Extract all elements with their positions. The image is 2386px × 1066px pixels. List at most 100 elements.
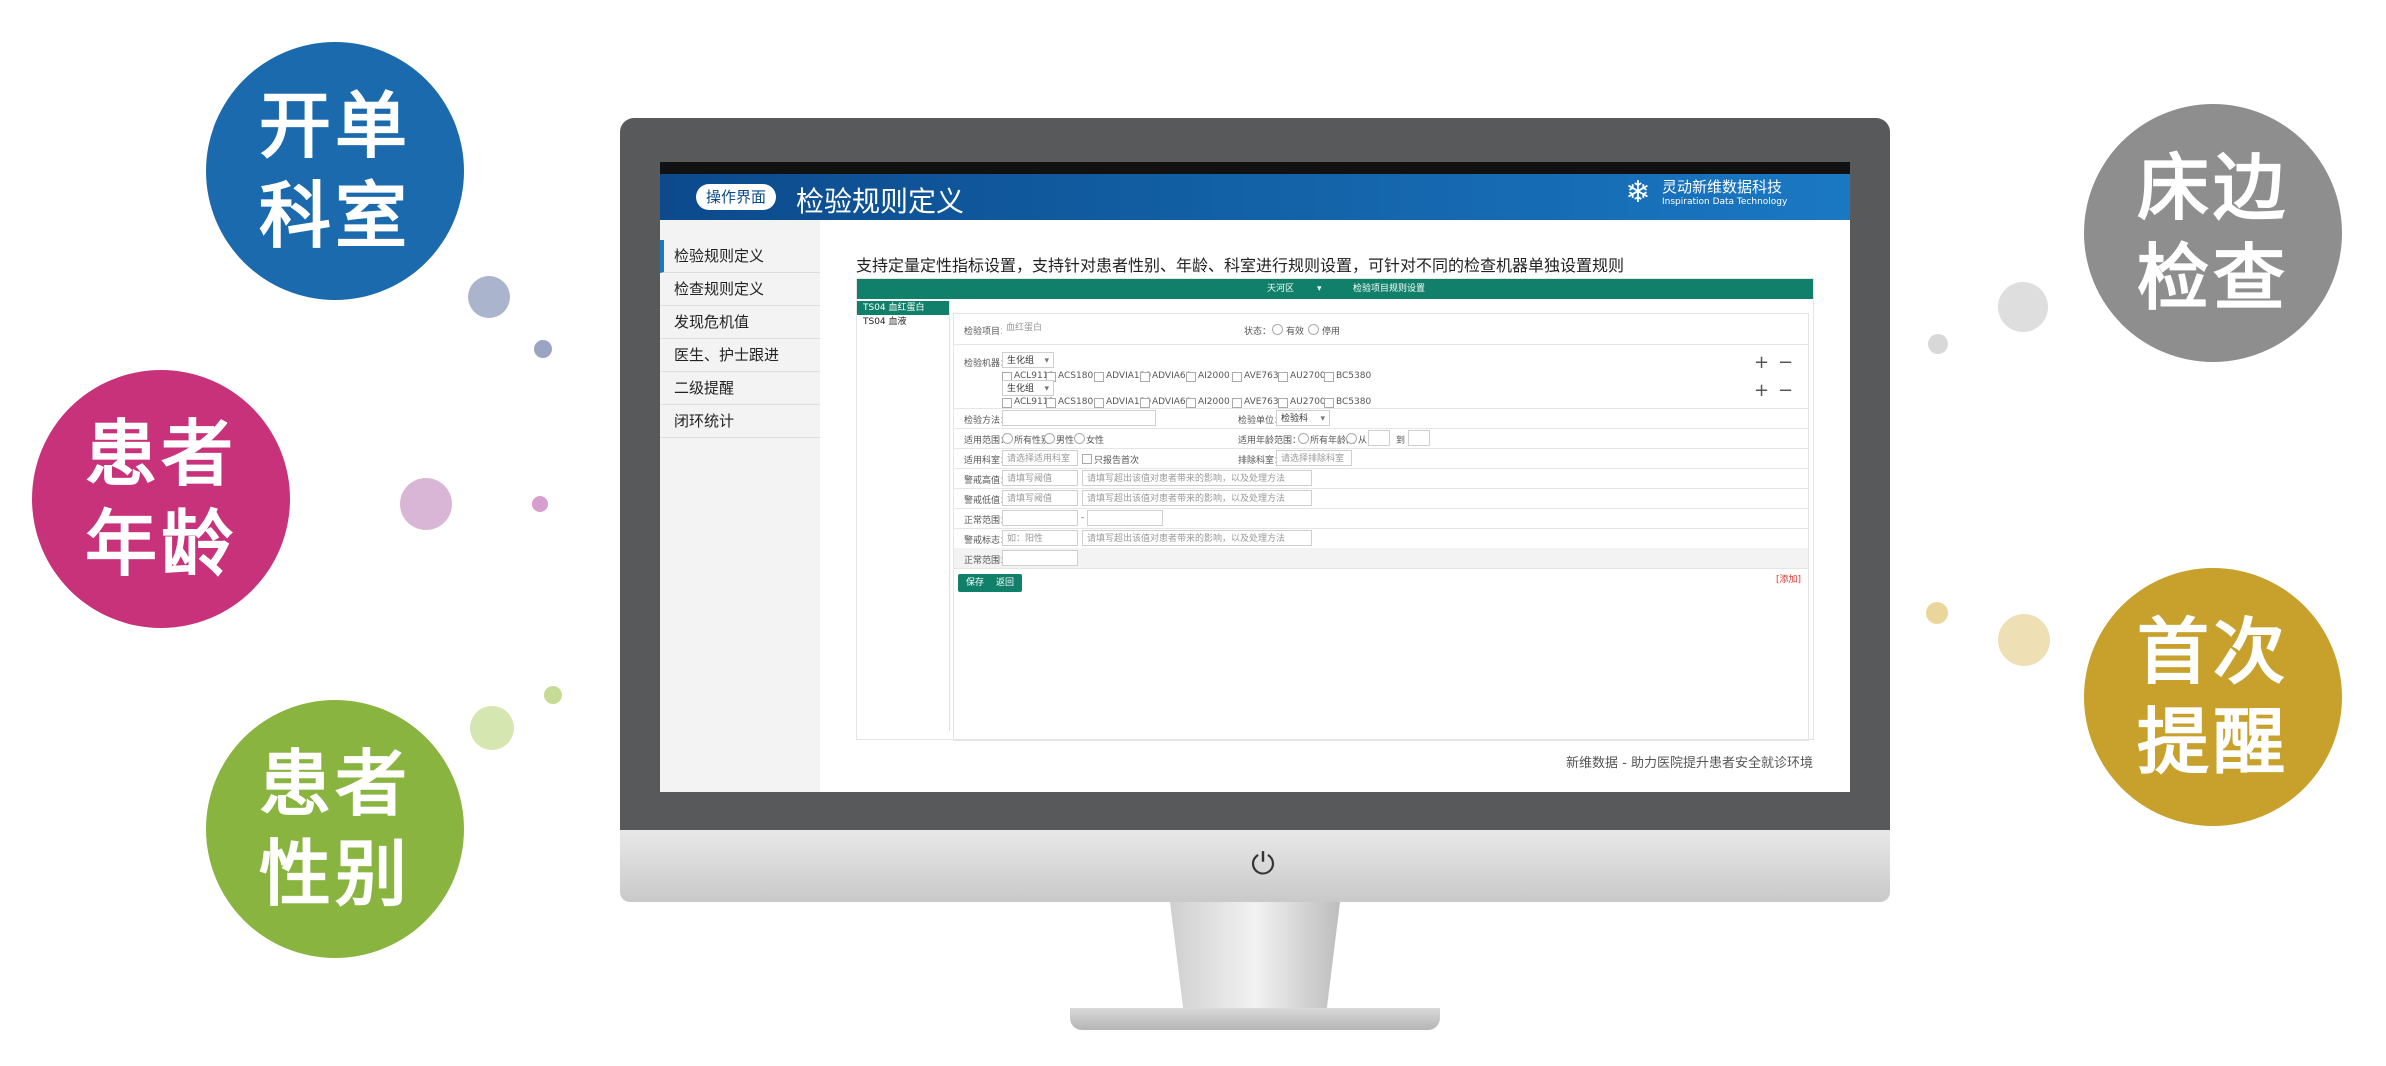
form-row: 正常范围： [954,548,1808,569]
range-dash: - [1081,513,1085,523]
decor-dot [534,340,552,358]
plus-icon[interactable]: + [1754,382,1769,400]
first-only-checkbox[interactable] [1082,454,1092,464]
radio-label: 有效 [1286,327,1305,337]
minus-icon[interactable]: − [1778,354,1793,372]
machine-checkbox[interactable] [1186,398,1196,408]
machine-checkbox[interactable] [1324,372,1334,382]
warn-mark-input[interactable]: 如：阳性 [1002,530,1078,546]
age-from-input[interactable] [1368,430,1390,446]
monitor-stand [1170,902,1340,1012]
machine-checkbox[interactable] [1278,372,1288,382]
normal-max-input[interactable] [1087,510,1163,526]
bubble-shouci: 首次 提醒 [2084,568,2342,826]
sidebar-item-label: 医生、护士跟进 [674,346,780,364]
machine-checkbox[interactable] [1046,398,1056,408]
scope-radio-male[interactable] [1044,433,1055,444]
warn-high-note[interactable]: 请填写超出该值对患者带来的影响，以及处理方法 [1082,470,1312,486]
form-row: 检验项目： 血红蛋白 状态： 有效 停用 [954,314,1808,345]
warn-high-input[interactable]: 请填写阈值 [1002,470,1078,486]
machine-checkbox[interactable] [1324,398,1334,408]
sidebar-item-lab-rules[interactable]: 检验规则定义 [660,240,820,273]
radio-label: 从 [1358,436,1368,446]
method-input[interactable] [1002,410,1156,426]
bubble-kaidan: 开单 科室 [206,42,464,300]
add-link[interactable]: [添加] [1776,572,1801,585]
checkbox-label: BC5380 [1336,371,1372,381]
save-button[interactable]: 保存 [958,574,993,592]
normal2-input[interactable] [1002,550,1078,566]
checkbox-label: ACS180 [1058,397,1094,407]
normal-min-input[interactable] [1002,510,1078,526]
bubble-text: 患者 [84,412,237,496]
decor-dot [544,686,562,704]
list-item[interactable]: TS04 血液 [857,315,949,329]
sidebar-item-second-reminder[interactable]: 二级提醒 [660,372,820,405]
item-field[interactable]: 血红蛋白 [1002,320,1222,336]
op-pill: 操作界面 [696,184,777,210]
inner-header-title: 检验项目规则设置 [1353,284,1426,294]
form-row: 检验机器： 生化组 ACL9111 ACS180 ADVIA120 ADVIA6… [954,344,1808,409]
machine-checkbox[interactable] [1140,398,1150,408]
bubble-text: 检查 [2136,236,2289,320]
bubble-nianling: 患者 年龄 [32,370,290,628]
machine-checkbox[interactable] [1094,398,1104,408]
app-header: 操作界面 检验规则定义 ❄ 灵动新维数据科技 Inspiration Data … [660,162,1850,220]
chevron-down-icon[interactable]: ▾ [1317,279,1322,299]
item-list: TS04 血红蛋白 TS04 血液 [857,301,950,731]
warn-mark-note[interactable]: 请填写超出该值对患者带来的影响，以及处理方法 [1082,530,1312,546]
inner-panel: 天河区 ▾ 检验项目规则设置 TS04 血红蛋白 TS04 血液 检验项目： 血… [856,278,1814,741]
field-label: 状态： [1244,327,1272,337]
sidebar-item-exam-rules[interactable]: 检查规则定义 [660,273,820,306]
sidebar-item-label: 发现危机值 [674,313,750,331]
warn-low-note[interactable]: 请填写超出该值对患者带来的影响，以及处理方法 [1082,490,1312,506]
sidebar-item-critical-value[interactable]: 发现危机值 [660,306,820,339]
list-item[interactable]: TS04 血红蛋白 [857,301,949,315]
bubble-text: 开单 [258,84,411,168]
rule-form: 检验项目： 血红蛋白 状态： 有效 停用 检验机器： 生化组 ACL9111 A… [953,313,1809,741]
dept-input[interactable]: 请选择适用科室 [1002,450,1078,466]
decor-dot [400,478,452,530]
checkbox-label: AVE763 [1244,371,1279,381]
exclude-dept-input[interactable]: 请选择排除科室 [1276,450,1352,466]
decor-dot [1928,334,1948,354]
status-radio-disabled[interactable] [1308,324,1319,335]
age-radio-all[interactable] [1298,433,1309,444]
scope-radio-female[interactable] [1074,433,1085,444]
decor-dot [470,706,514,750]
plus-icon[interactable]: + [1754,354,1769,372]
monitor-base [1070,1008,1440,1030]
form-row: 警戒高值： 请填写阈值 请填写超出该值对患者带来的影响，以及处理方法 [954,468,1808,489]
footer-text: 新维数据 - 助力医院提升患者安全就诊环境 [1566,756,1813,771]
machine-checkbox[interactable] [1094,372,1104,382]
scope-radio-all[interactable] [1002,433,1013,444]
bubble-text: 性别 [258,832,411,916]
sidebar-item-followup[interactable]: 医生、护士跟进 [660,339,820,372]
checkbox-label: BC5380 [1336,397,1372,407]
machine-checkbox[interactable] [1002,398,1012,408]
machine-select[interactable]: 生化组 [1002,380,1054,397]
minus-icon[interactable]: − [1778,382,1793,400]
unit-select[interactable]: 检验科 [1276,410,1330,427]
age-to-input[interactable] [1408,430,1430,446]
machine-select[interactable]: 生化组 [1002,352,1054,369]
machine-checkbox[interactable] [1278,398,1288,408]
bubble-text: 年龄 [84,502,237,586]
sidebar-item-closed-loop[interactable]: 闭环统计 [660,405,820,438]
machine-checkbox[interactable] [1186,372,1196,382]
checkbox-label: 只报告首次 [1094,456,1140,466]
machine-checkbox[interactable] [1232,372,1242,382]
checkbox-label: ACS180 [1058,371,1094,381]
warn-low-input[interactable]: 请填写阈值 [1002,490,1078,506]
region-select[interactable]: 天河区 [1267,279,1294,299]
status-radio-valid[interactable] [1272,324,1283,335]
inner-header: 天河区 ▾ 检验项目规则设置 [857,279,1813,299]
radio-label: 女性 [1086,436,1105,446]
machine-checkbox[interactable] [1232,398,1242,408]
back-button[interactable]: 返回 [988,574,1023,592]
machine-checkbox[interactable] [1140,372,1150,382]
sidebar-item-label: 闭环统计 [674,412,735,430]
sidebar: 检验规则定义 检查规则定义 发现危机值 医生、护士跟进 二级提醒 闭环统计 [660,220,820,792]
age-radio-from[interactable] [1346,433,1357,444]
sidebar-item-label: 检验规则定义 [674,247,765,265]
